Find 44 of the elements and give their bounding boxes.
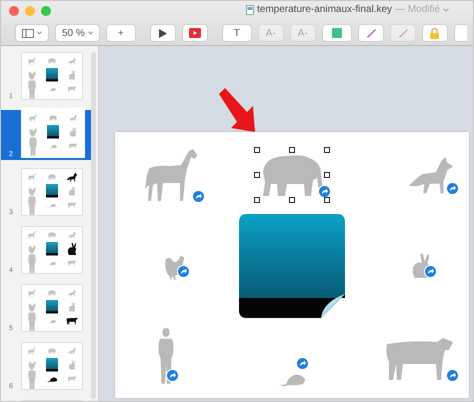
slide-thumbnail[interactable]: [22, 53, 82, 99]
selection-handle[interactable]: [324, 147, 330, 153]
document-status: — Modifié: [395, 4, 440, 15]
shape-button[interactable]: [322, 24, 352, 42]
link-badge-icon: [446, 369, 459, 382]
chevron-down-icon: [88, 31, 93, 35]
selection-handle[interactable]: [254, 147, 260, 153]
chevron-down-icon: [37, 31, 42, 35]
record-button[interactable]: [182, 24, 208, 42]
document-icon: [246, 4, 254, 14]
selection-handle[interactable]: [254, 172, 260, 178]
close-button[interactable]: [9, 6, 19, 16]
brush-icon: [398, 28, 408, 38]
selection-handle[interactable]: [254, 197, 260, 203]
link-badge-icon: [446, 182, 459, 195]
slide-thumbnail[interactable]: [22, 169, 82, 215]
brush-icon: [366, 28, 376, 38]
square-icon: [332, 28, 342, 38]
slide-thumbnail[interactable]: [22, 227, 82, 273]
text-button[interactable]: T: [222, 24, 252, 42]
brush-button[interactable]: [358, 24, 384, 42]
link-badge-icon: [166, 369, 179, 382]
slide-thumbnail[interactable]: [22, 343, 82, 389]
play-button[interactable]: [150, 24, 176, 42]
selection-handle[interactable]: [289, 197, 295, 203]
selection-handle[interactable]: [289, 147, 295, 153]
play-icon: [158, 28, 167, 38]
link-badge-icon: [424, 264, 437, 278]
selection-handle[interactable]: [324, 197, 330, 203]
link-badge-icon: [192, 190, 205, 203]
lock-icon: [430, 28, 440, 38]
window-title: temperature-animaux-final.key: [257, 4, 392, 15]
video-icon: [188, 28, 201, 38]
person-icon[interactable]: [157, 328, 175, 384]
link-badge-icon: [318, 185, 331, 198]
selection-handle[interactable]: [324, 172, 330, 178]
slide-thumbnail[interactable]: [22, 285, 82, 331]
link-badge-icon: [296, 357, 309, 370]
sidebar-icon[interactable]: [15, 24, 49, 42]
slide-thumbnail[interactable]: [23, 110, 83, 156]
scrollbar[interactable]: [91, 52, 96, 399]
zoom-dropdown[interactable]: 50 %: [55, 24, 100, 42]
add-button[interactable]: +: [106, 24, 136, 42]
link-badge-icon: [177, 264, 190, 278]
